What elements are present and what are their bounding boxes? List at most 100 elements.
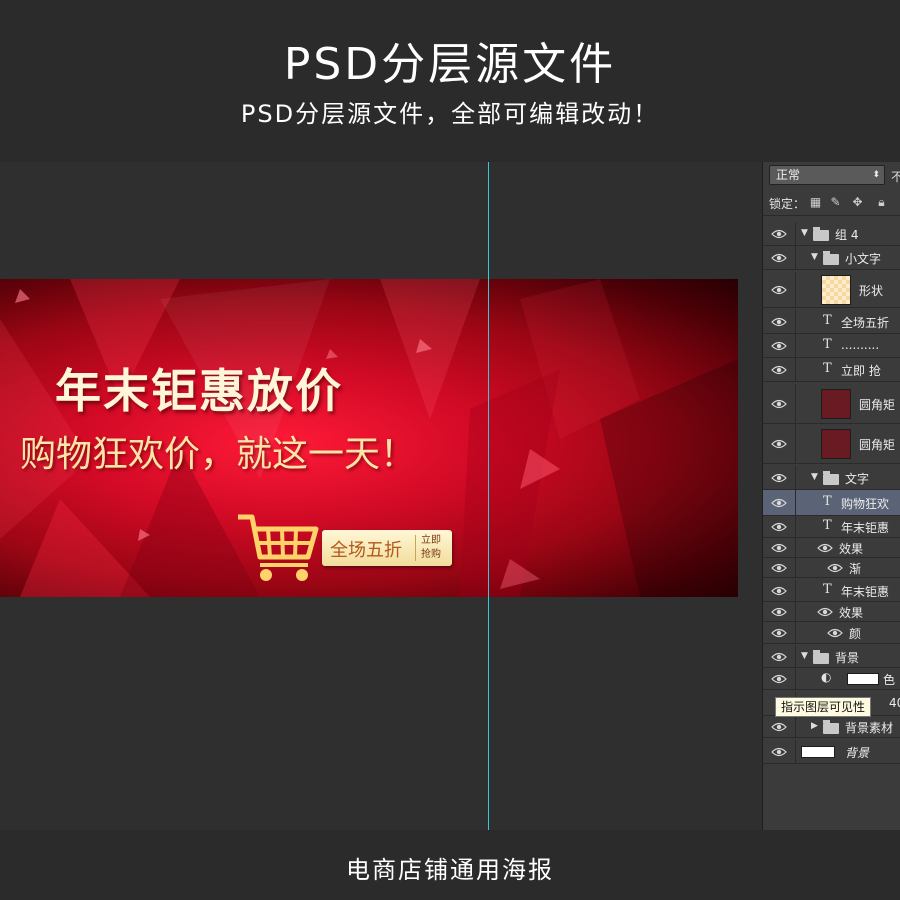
eye-visibility-icon[interactable] — [771, 652, 787, 662]
layer-name: .......... — [841, 338, 880, 352]
row-divider — [795, 668, 796, 689]
eye-visibility-icon[interactable] — [771, 543, 787, 553]
layer-row[interactable]: 效果 — [763, 538, 900, 558]
eye-visibility-icon[interactable] — [771, 607, 787, 617]
row-divider — [795, 716, 796, 737]
eye-visibility-icon[interactable] — [771, 365, 787, 375]
layer-row[interactable]: ▼ 小文字 — [763, 246, 900, 270]
layer-name: 40 — [889, 696, 900, 710]
text-layer-icon: T — [823, 337, 832, 352]
effect-eye-icon[interactable] — [827, 628, 843, 638]
layer-row[interactable]: T 购物狂欢 — [763, 490, 900, 516]
disclosure-triangle-icon[interactable]: ▼ — [811, 472, 818, 482]
opacity-label: 不 — [891, 168, 900, 185]
row-divider — [795, 424, 796, 463]
layer-name: 背景 — [845, 746, 870, 760]
discount-badge: 全场五折 立即 抢购 — [322, 530, 452, 566]
layer-row[interactable]: T 年末钜惠 — [763, 580, 900, 602]
row-divider — [795, 538, 796, 557]
layers-panel: 正常 ⬍ 不 锁定： ▦ ✎ ✥ 🔒︎ ▼ 组 4 ▼ 小文字形状 T 全场五折 T....… — [762, 162, 900, 830]
eye-visibility-icon[interactable] — [771, 229, 787, 239]
eye-visibility-icon[interactable] — [771, 317, 787, 327]
layer-row[interactable]: ▼ 组 4 — [763, 222, 900, 246]
layer-name: 背景素材 — [845, 721, 894, 735]
row-divider — [795, 310, 796, 333]
layer-name: 年末钜惠 — [841, 521, 890, 535]
layer-row[interactable]: 形状 — [763, 272, 900, 308]
eye-visibility-icon[interactable] — [771, 253, 787, 263]
effect-eye-icon[interactable] — [827, 563, 843, 573]
row-divider — [795, 466, 796, 489]
eye-visibility-icon[interactable] — [771, 522, 787, 532]
lock-label: 锁定： — [769, 197, 806, 211]
eye-visibility-icon[interactable] — [771, 722, 787, 732]
layer-name: 形状 — [859, 284, 884, 298]
text-layer-icon: T — [823, 494, 832, 509]
layer-name: 全场五折 — [841, 316, 890, 330]
layer-row[interactable]: 渐 — [763, 558, 900, 578]
layer-row[interactable]: T 年末钜惠 — [763, 516, 900, 538]
layer-row[interactable]: T 立即 抢 — [763, 358, 900, 382]
row-divider — [795, 580, 796, 601]
layer-row[interactable]: T 全场五折 — [763, 310, 900, 334]
tooltip-layer-visibility: 指示图层可见性 — [775, 697, 872, 717]
disclosure-triangle-icon[interactable]: ▼ — [801, 228, 808, 238]
layer-name: 组 4 — [835, 228, 859, 242]
lock-transparent-icon[interactable]: ▦ — [809, 196, 822, 209]
row-divider — [795, 222, 796, 245]
disclosure-triangle-icon[interactable]: ▶ — [811, 721, 818, 731]
eye-visibility-icon[interactable] — [771, 747, 787, 757]
eye-visibility-icon[interactable] — [771, 473, 787, 483]
layer-row[interactable]: T.......... — [763, 334, 900, 358]
row-divider — [795, 358, 796, 381]
row-divider — [795, 740, 796, 763]
layer-thumbnail — [801, 746, 835, 758]
layer-row[interactable]: 背景 — [763, 740, 900, 764]
page-footer: 电商店铺通用海报 — [0, 830, 900, 900]
eye-visibility-icon[interactable] — [771, 285, 787, 295]
layer-name: 背景 — [835, 651, 860, 665]
layer-row[interactable]: 圆角矩 — [763, 424, 900, 464]
layer-thumbnail — [821, 389, 851, 419]
lock-all-padlock-icon[interactable]: 🔒︎ — [875, 196, 888, 209]
row-divider — [795, 622, 796, 643]
page-subtitle: PSD分层源文件，全部可编辑改动！ — [240, 100, 660, 128]
layer-row[interactable]: 颜 — [763, 622, 900, 644]
lock-row: 锁定： ▦ ✎ ✥ 🔒︎ — [763, 190, 900, 216]
eye-visibility-icon[interactable] — [771, 341, 787, 351]
layer-row[interactable]: ◐ 色 — [763, 668, 900, 690]
layer-row[interactable]: 效果 — [763, 602, 900, 622]
eye-visibility-icon[interactable] — [771, 563, 787, 573]
row-divider — [795, 516, 796, 537]
eye-visibility-icon[interactable] — [771, 586, 787, 596]
banner-artwork[interactable]: 年末钜惠放价 购物狂欢价，就这一天！ 全场五折 立即 抢购 — [0, 279, 738, 597]
badge-small-text: 立即 抢购 — [421, 534, 447, 562]
layer-name: 购物狂欢 — [841, 497, 890, 511]
eye-visibility-icon[interactable] — [771, 399, 787, 409]
text-layer-icon: T — [823, 361, 832, 376]
layer-name: 效果 — [839, 542, 864, 556]
effect-eye-icon[interactable] — [817, 607, 833, 617]
folder-icon — [823, 471, 839, 485]
page-title: PSD分层源文件 — [283, 39, 617, 90]
layer-row[interactable]: 圆角矩 — [763, 384, 900, 424]
effect-eye-icon[interactable] — [817, 543, 833, 553]
badge-divider — [415, 535, 416, 561]
eye-visibility-icon[interactable] — [771, 439, 787, 449]
lock-paint-brush-icon[interactable]: ✎ — [829, 196, 842, 209]
layer-row[interactable]: ▼ 文字 — [763, 466, 900, 490]
eye-visibility-icon[interactable] — [771, 498, 787, 508]
lock-move-icon[interactable]: ✥ — [851, 196, 864, 209]
layer-row[interactable]: ▶ 背景素材 — [763, 716, 900, 738]
eye-visibility-icon[interactable] — [771, 628, 787, 638]
blend-mode-select[interactable]: 正常 ⬍ — [769, 165, 885, 185]
disclosure-triangle-icon[interactable]: ▼ — [811, 252, 818, 262]
canvas-workspace[interactable]: 年末钜惠放价 购物狂欢价，就这一天！ 全场五折 立即 抢购 — [0, 162, 762, 830]
layer-name: 效果 — [839, 606, 864, 620]
layer-row[interactable]: ▼ 背景 — [763, 646, 900, 668]
disclosure-triangle-icon[interactable]: ▼ — [801, 651, 808, 661]
eye-visibility-icon[interactable] — [771, 674, 787, 684]
vertical-guide-line[interactable] — [488, 162, 489, 830]
row-divider — [795, 246, 796, 269]
layer-name: 渐 — [849, 562, 862, 576]
